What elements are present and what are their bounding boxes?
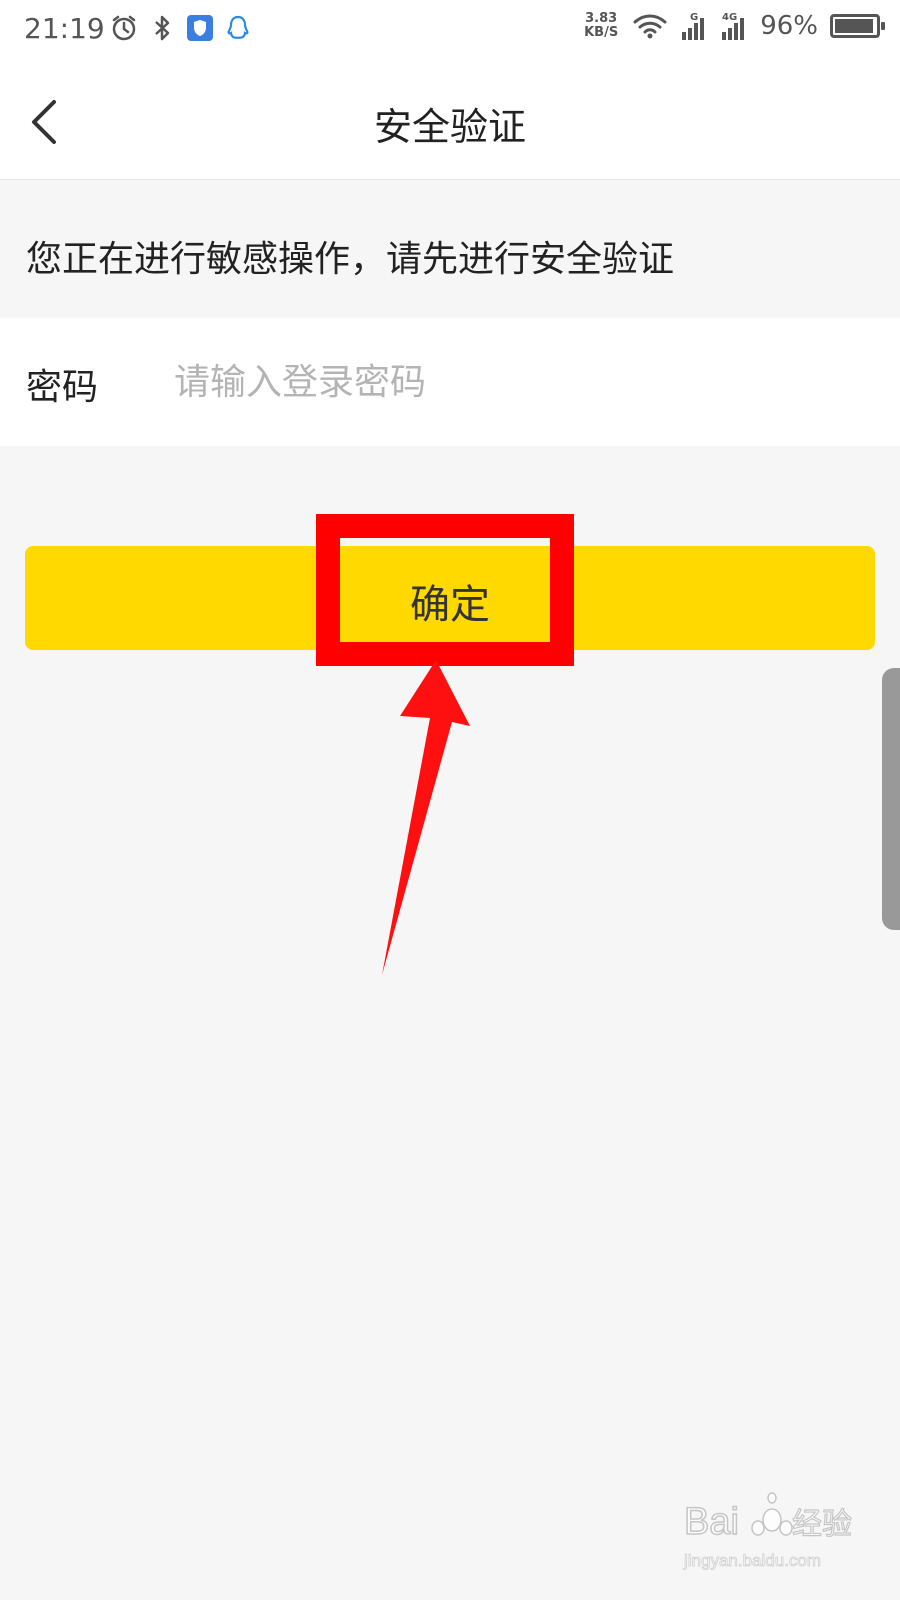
alarm-icon xyxy=(112,15,136,41)
password-row: 密码 xyxy=(0,318,900,446)
password-input[interactable] xyxy=(174,348,854,416)
shield-app-icon xyxy=(187,15,213,41)
net-speed: 3.83 KB/S xyxy=(584,12,618,40)
status-bar: 21:19 3.83 KB/S G 4G 96% xyxy=(0,0,900,64)
nav-bar: 安全验证 xyxy=(0,64,900,180)
confirm-button[interactable]: 确定 xyxy=(25,546,875,650)
notice-text: 您正在进行敏感操作，请先进行安全验证 xyxy=(26,239,675,280)
battery-percent: 96% xyxy=(760,11,818,41)
svg-text:G: G xyxy=(690,12,698,23)
net-speed-value: 3.83 xyxy=(585,11,618,26)
signal-g-icon: G xyxy=(682,12,705,40)
net-speed-unit: KB/S xyxy=(584,25,619,40)
battery-icon xyxy=(830,14,885,38)
status-time: 21:19 xyxy=(24,12,105,45)
svg-text:经验: 经验 xyxy=(792,1507,852,1542)
svg-text:4G: 4G xyxy=(722,12,737,23)
security-notice: 您正在进行敏感操作，请先进行安全验证 xyxy=(0,180,900,318)
signal-4g-icon: 4G xyxy=(722,12,745,40)
status-icons-right: 3.83 KB/S G 4G 96% xyxy=(584,10,885,42)
baidu-jingyan-watermark: Bai 经验 jingyan.baidu.com xyxy=(683,1492,853,1570)
confirm-label: 确定 xyxy=(410,583,490,627)
annotation-arrow-icon xyxy=(382,660,470,975)
password-label: 密码 xyxy=(26,367,99,408)
svg-text:Bai: Bai xyxy=(684,1501,739,1543)
bluetooth-icon xyxy=(155,15,170,41)
qq-icon xyxy=(227,15,249,39)
status-icons-left xyxy=(110,14,252,42)
svg-text:jingyan.baidu.com: jingyan.baidu.com xyxy=(683,1551,821,1570)
edge-scroll-handle[interactable] xyxy=(882,668,900,930)
battery-fill xyxy=(835,19,873,33)
wifi-icon xyxy=(633,14,667,39)
page-title: 安全验证 xyxy=(373,105,526,149)
